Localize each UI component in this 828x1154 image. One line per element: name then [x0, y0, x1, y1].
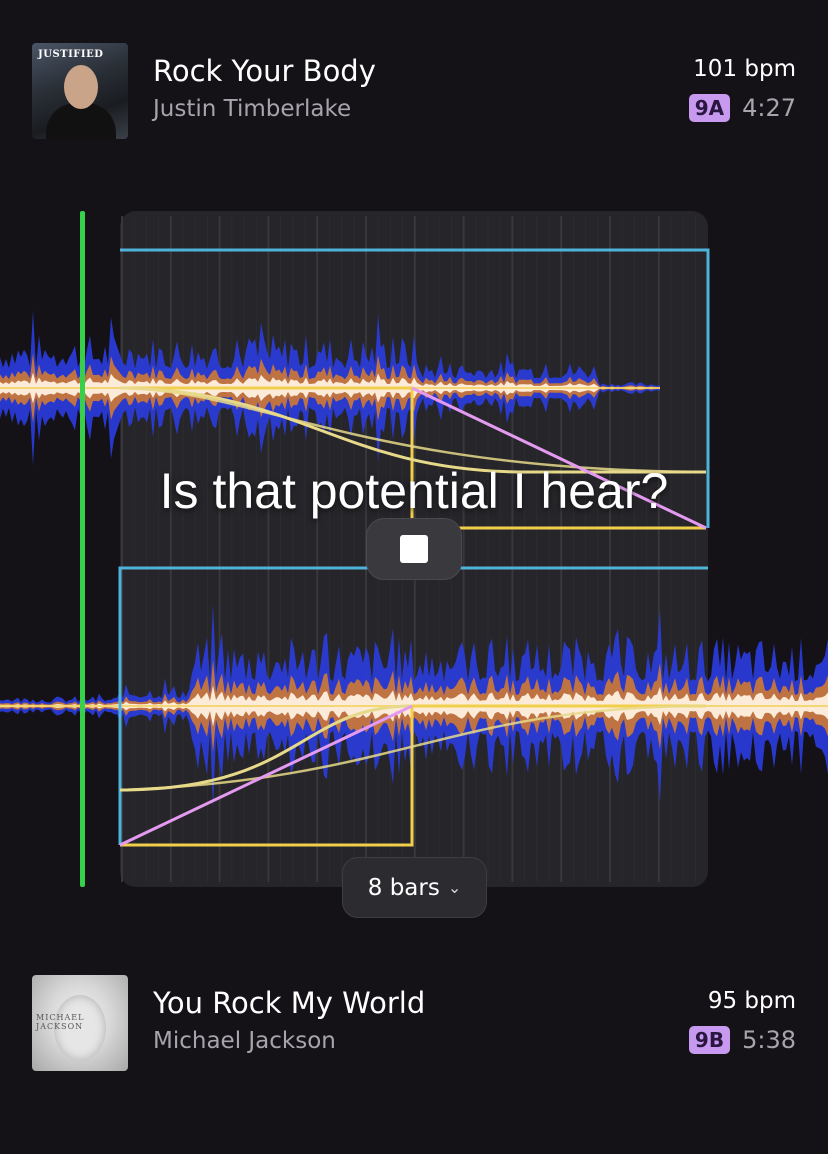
deck-b-album-art-text: MICHAEL JACKSON — [36, 1013, 85, 1031]
deck-b-artist: Michael Jackson — [153, 1028, 336, 1054]
deck-b-track-info[interactable]: MICHAEL JACKSON You Rock My World Michae… — [0, 972, 828, 1082]
caption-overlay: Is that potential I hear? — [159, 463, 669, 519]
deck-b-duration: 5:38 — [742, 1026, 796, 1054]
playhead[interactable] — [80, 211, 85, 887]
bars-length-selector[interactable]: 8 bars ⌄ — [342, 857, 487, 918]
bars-label: 8 bars — [367, 874, 440, 901]
deck-b-bpm: 95 bpm — [707, 988, 796, 1014]
deck-b-key-badge: 9B — [688, 1026, 731, 1054]
deck-b-album-art: MICHAEL JACKSON — [32, 975, 128, 1071]
deck-b-title: You Rock My World — [153, 986, 426, 1020]
deck-b-meta: 9B 5:38 — [688, 1026, 796, 1054]
stop-button[interactable] — [366, 518, 462, 580]
chevron-down-icon: ⌄ — [447, 878, 462, 897]
stop-square-icon — [400, 535, 428, 563]
